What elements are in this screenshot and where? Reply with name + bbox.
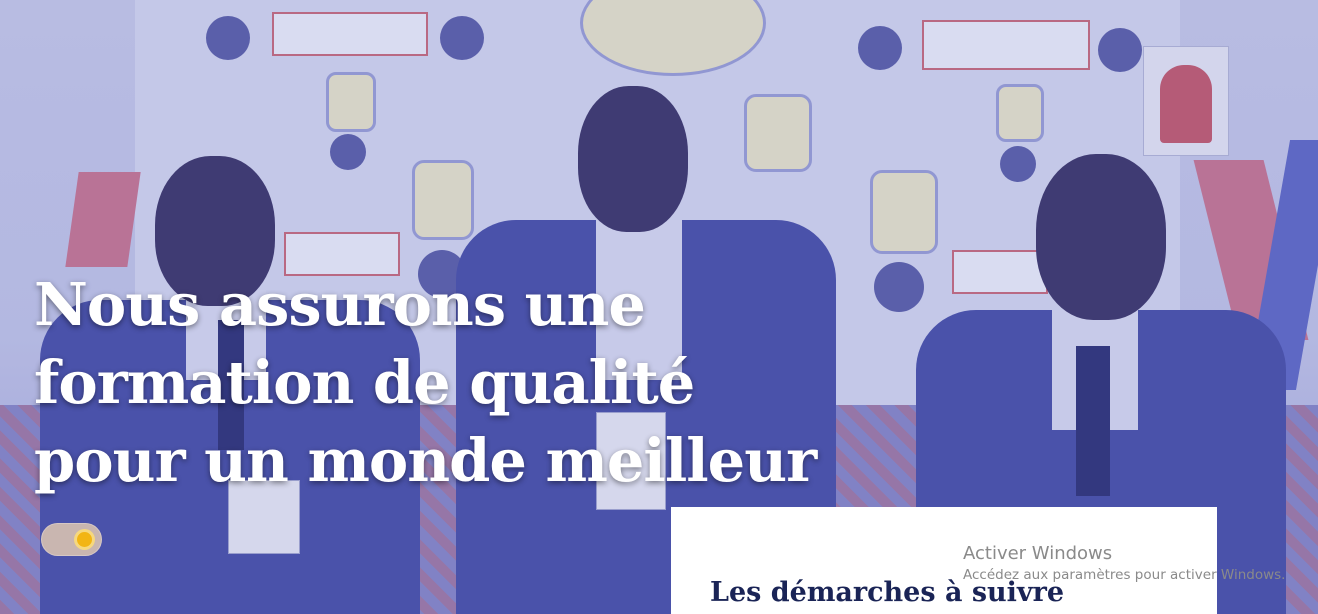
- hero-title: Nous assurons une formation de qualité p…: [34, 266, 834, 500]
- hero-title-line: Nous assurons une: [34, 270, 646, 339]
- steps-card: Les démarches à suivre: [671, 507, 1217, 614]
- hero-title-line: pour un monde meilleur: [34, 426, 817, 495]
- windows-activation-subtitle: Accédez aux paramètres pour activer Wind…: [963, 567, 1286, 583]
- sun-icon: [77, 532, 92, 547]
- windows-activation-title: Activer Windows: [963, 543, 1113, 564]
- hero-title-line: formation de qualité: [34, 348, 695, 417]
- theme-toggle[interactable]: [41, 523, 102, 556]
